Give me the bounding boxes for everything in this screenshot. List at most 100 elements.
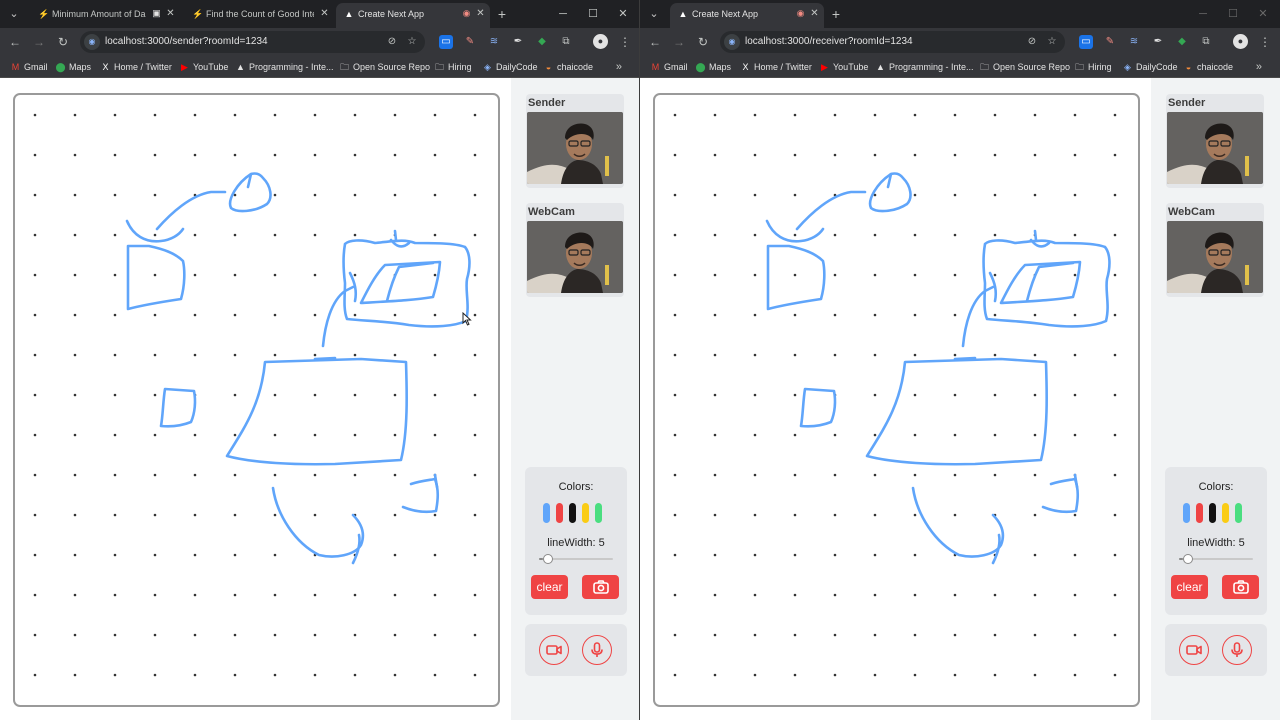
drawing-canvas[interactable] — [653, 93, 1140, 707]
minimize-icon[interactable]: ─ — [1188, 4, 1218, 24]
extension-meet-icon[interactable]: ▭ — [439, 35, 453, 49]
extension-meet-icon[interactable]: ▭ — [1079, 35, 1093, 49]
clear-button[interactable]: clear — [1171, 575, 1208, 599]
screenshot-button[interactable] — [582, 575, 619, 599]
bookmark-hiring[interactable]: 🗀 Hiring — [1074, 56, 1112, 78]
camera-blocked-icon[interactable]: ⊘ — [1025, 35, 1039, 49]
line-width-slider[interactable] — [539, 554, 613, 564]
bookmark-maps[interactable]: ⬤ Maps — [695, 56, 731, 78]
close-tab-icon[interactable]: ✕ — [165, 8, 176, 19]
bookmark-chaicode[interactable]: ◒ chaicode — [1183, 56, 1233, 78]
color-swatch-yellow[interactable] — [1222, 503, 1229, 523]
bookmark-hiring[interactable]: 🗀 Hiring — [434, 56, 472, 78]
bookmark-programming[interactable]: ▲ Programming - Inte... — [235, 56, 334, 78]
bookmark-dailycode[interactable]: ◈ DailyCode — [1122, 56, 1178, 78]
color-swatch-black[interactable] — [1209, 503, 1216, 523]
color-swatch-green[interactable] — [1235, 503, 1242, 523]
clear-button[interactable]: clear — [531, 575, 568, 599]
minimize-icon[interactable]: ─ — [548, 4, 578, 24]
color-swatch-red[interactable] — [556, 503, 563, 523]
bookmark-programming[interactable]: ▲ Programming - Inte... — [875, 56, 974, 78]
bookmark-star-icon[interactable]: ☆ — [405, 35, 419, 49]
new-tab-icon[interactable]: + — [492, 4, 512, 24]
grid-dot — [953, 273, 957, 277]
line-width-slider[interactable] — [1179, 554, 1253, 564]
color-swatch-blue[interactable] — [1183, 503, 1190, 523]
bookmark-twitter[interactable]: X Home / Twitter — [100, 56, 171, 78]
back-icon[interactable]: ← — [645, 32, 665, 52]
profile-avatar[interactable]: ● — [593, 34, 608, 49]
bookmark-open-source[interactable]: 🗀 Open Source Repo — [339, 56, 430, 78]
bookmark-chaicode[interactable]: ◒ chaicode — [543, 56, 593, 78]
extension-pen-icon[interactable]: ✒ — [1151, 35, 1165, 49]
slider-knob[interactable] — [542, 554, 553, 564]
bookmark-gmail[interactable]: M Gmail — [650, 56, 688, 78]
extension-green-icon[interactable]: ◆ — [1175, 35, 1189, 49]
extension-audio-icon[interactable]: ≋ — [1127, 35, 1141, 49]
extension-tool-icon[interactable]: ✎ — [1103, 35, 1117, 49]
close-window-icon[interactable]: ✕ — [608, 4, 638, 24]
grid-dot — [1073, 673, 1077, 677]
slider-knob[interactable] — [1182, 554, 1193, 564]
extension-green-icon[interactable]: ◆ — [535, 35, 549, 49]
color-swatch-green[interactable] — [595, 503, 602, 523]
bookmark-twitter[interactable]: X Home / Twitter — [740, 56, 811, 78]
grid-dot — [713, 153, 717, 157]
site-info-icon[interactable]: ◉ — [84, 34, 100, 50]
toggle-video-button[interactable] — [539, 635, 569, 665]
bookmark-maps[interactable]: ⬤ Maps — [55, 56, 91, 78]
bookmark-dailycode[interactable]: ◈ DailyCode — [482, 56, 538, 78]
extensions-puzzle-icon[interactable]: ⧉ — [1199, 35, 1213, 49]
bookmark-star-icon[interactable]: ☆ — [1045, 35, 1059, 49]
forward-icon[interactable]: → — [29, 32, 49, 52]
tab-search-icon[interactable]: ⌄ — [644, 4, 664, 24]
bookmark-open-source[interactable]: 🗀 Open Source Repo — [979, 56, 1070, 78]
extensions-puzzle-icon[interactable]: ⧉ — [559, 35, 573, 49]
tab-good-integers[interactable]: ⚡ Find the Count of Good Integers ✕ — [184, 3, 334, 28]
new-tab-icon[interactable]: + — [826, 4, 846, 24]
forward-icon[interactable]: → — [669, 32, 689, 52]
tab-search-icon[interactable]: ⌄ — [4, 4, 24, 24]
maximize-icon[interactable]: ☐ — [1218, 4, 1248, 24]
url-text[interactable]: localhost:3000/receiver?roomId=1234 — [745, 31, 913, 53]
extension-audio-icon[interactable]: ≋ — [487, 35, 501, 49]
close-tab-icon[interactable]: ✕ — [319, 8, 330, 19]
bookmarks-overflow-icon[interactable]: » — [616, 56, 622, 78]
close-window-icon[interactable]: ✕ — [1248, 4, 1278, 24]
canvas-drawing[interactable] — [15, 95, 500, 707]
toggle-mic-button[interactable] — [582, 635, 612, 665]
color-swatch-black[interactable] — [569, 503, 576, 523]
color-swatch-yellow[interactable] — [582, 503, 589, 523]
grid-dot — [753, 553, 757, 557]
camera-blocked-icon[interactable]: ⊘ — [385, 35, 399, 49]
toggle-mic-button[interactable] — [1222, 635, 1252, 665]
freehand-stroke — [228, 172, 272, 213]
extension-tool-icon[interactable]: ✎ — [463, 35, 477, 49]
reload-icon[interactable]: ↻ — [693, 32, 713, 52]
color-swatch-blue[interactable] — [543, 503, 550, 523]
site-info-icon[interactable]: ◉ — [724, 34, 740, 50]
reload-icon[interactable]: ↻ — [53, 32, 73, 52]
bookmark-gmail[interactable]: M Gmail — [10, 56, 48, 78]
color-swatch-red[interactable] — [1196, 503, 1203, 523]
screenshot-button[interactable] — [1222, 575, 1259, 599]
maximize-icon[interactable]: ☐ — [578, 4, 608, 24]
tab-create-next-app[interactable]: ▲ Create Next App ◉ ✕ — [336, 3, 490, 28]
toggle-video-button[interactable] — [1179, 635, 1209, 665]
bookmark-youtube[interactable]: ▶ YouTube — [819, 56, 868, 78]
menu-kebab-icon[interactable]: ⋮ — [615, 32, 635, 52]
tab-create-next-app[interactable]: ▲ Create Next App ◉ ✕ — [670, 3, 824, 28]
url-text[interactable]: localhost:3000/sender?roomId=1234 — [105, 31, 268, 53]
bookmarks-overflow-icon[interactable]: » — [1256, 56, 1262, 78]
profile-avatar[interactable]: ● — [1233, 34, 1248, 49]
address-bar[interactable]: ◉ localhost:3000/receiver?roomId=1234 ⊘ … — [720, 31, 1065, 53]
close-tab-icon[interactable]: ✕ — [475, 8, 486, 19]
tab-minimum-damage[interactable]: ⚡ Minimum Amount of Damage Dealt ▣ ✕ — [30, 3, 180, 28]
close-tab-icon[interactable]: ✕ — [809, 8, 820, 19]
drawing-canvas[interactable] — [13, 93, 500, 707]
address-bar[interactable]: ◉ localhost:3000/sender?roomId=1234 ⊘ ☆ — [80, 31, 425, 53]
bookmark-youtube[interactable]: ▶ YouTube — [179, 56, 228, 78]
back-icon[interactable]: ← — [5, 32, 25, 52]
extension-pen-icon[interactable]: ✒ — [511, 35, 525, 49]
menu-kebab-icon[interactable]: ⋮ — [1255, 32, 1275, 52]
